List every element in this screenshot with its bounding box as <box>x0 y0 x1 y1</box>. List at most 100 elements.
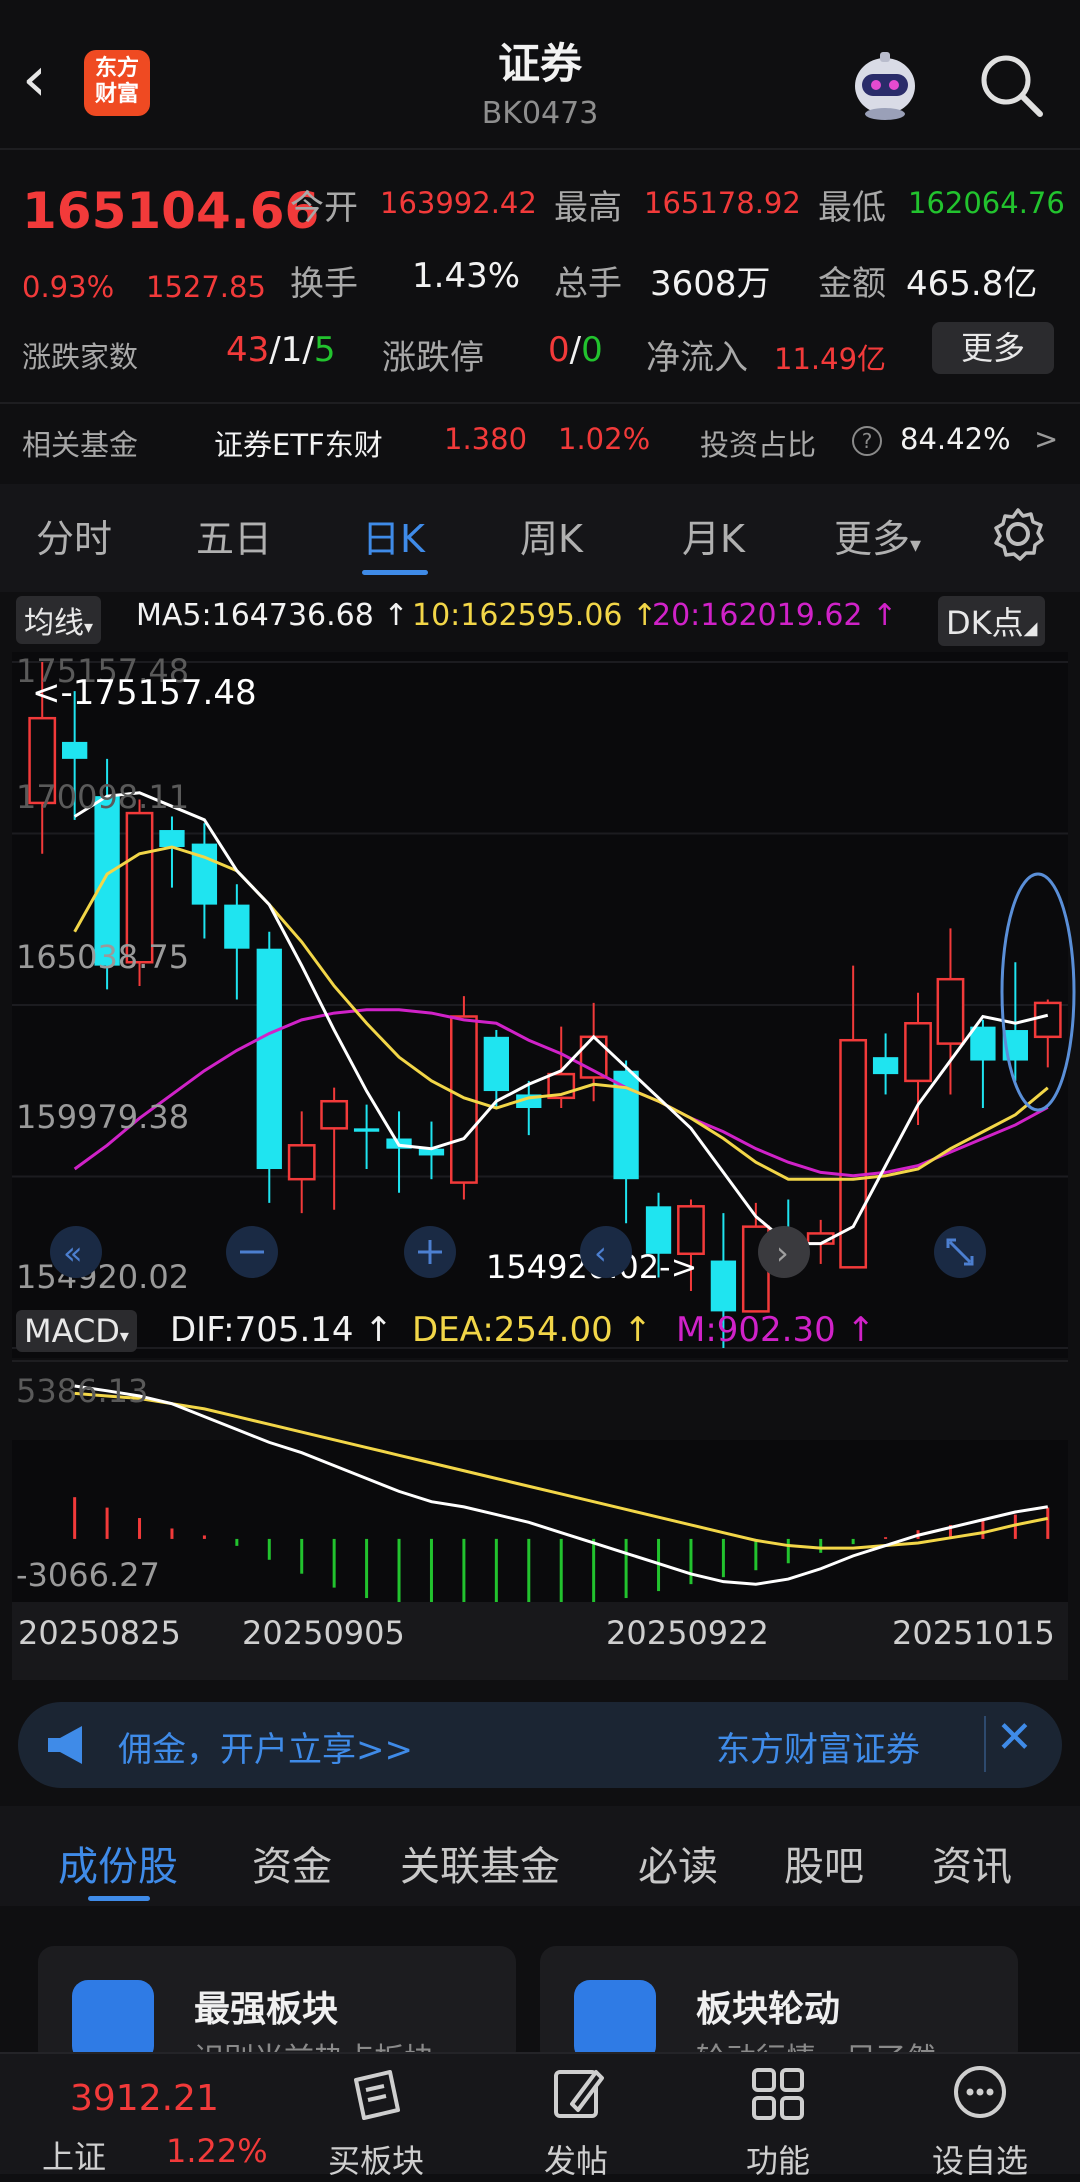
divider <box>0 148 1080 150</box>
fund-pct: 1.02% <box>558 422 651 456</box>
megaphone-icon <box>48 1726 82 1764</box>
more-button[interactable]: 更多 <box>932 322 1054 374</box>
search-icon[interactable] <box>976 50 1046 120</box>
macd-selector[interactable]: MACD▾ <box>16 1310 137 1352</box>
amount-label: 金额 <box>818 264 886 304</box>
chevron-right-icon: > <box>1034 422 1059 456</box>
index-pct: 1.22% <box>166 2132 268 2170</box>
axis-price-3: 165038.75 <box>16 938 189 976</box>
candle-body <box>904 1022 932 1083</box>
axis-price-5: 154920.02 <box>16 1258 189 1296</box>
buy-sector-icon <box>354 2070 400 2120</box>
index-name: 上证 <box>42 2138 107 2176</box>
scroll-left-button[interactable]: « <box>50 1226 102 1278</box>
candle-body <box>677 1205 705 1256</box>
m-legend: M:902.30 ↑ <box>676 1310 876 1350</box>
candle-body <box>159 830 185 847</box>
candle-body <box>256 948 282 1170</box>
candle-body <box>287 1144 316 1181</box>
low-label: 最低 <box>818 188 886 228</box>
tab-weekly-k[interactable]: 周K <box>520 508 583 563</box>
change-abs: 1527.85 <box>146 270 266 304</box>
inflow-label: 净流入 <box>646 338 748 378</box>
candle-body <box>62 741 88 759</box>
grid-icon <box>752 2068 804 2120</box>
candle-body <box>320 1099 349 1130</box>
last-price: 165104.66 <box>22 182 320 240</box>
macd-top-label: 5386.13 <box>16 1372 148 1410</box>
dea-legend: DEA:254.00 ↑ <box>412 1310 653 1350</box>
tab-daily-k[interactable]: 日K <box>362 508 425 563</box>
related-fund-row[interactable]: 相关基金 证券ETF东财 1.380 1.02% 投资占比 ? 84.42% > <box>0 404 1080 482</box>
nav-functions[interactable]: 功能 <box>708 2052 848 2180</box>
more-dots-icon <box>954 2066 1006 2118</box>
tab-must-read[interactable]: 必读 <box>638 1834 718 1892</box>
zoom-in-button[interactable] <box>404 1226 456 1278</box>
card-title: 最强板块 <box>194 1989 339 2030</box>
fund-name: 证券ETF东财 <box>214 428 383 462</box>
dif-legend: DIF:705.14 ↑ <box>170 1310 393 1350</box>
candle-body <box>645 1206 672 1254</box>
limit-label: 涨跌停 <box>382 338 484 378</box>
card-strongest-sector[interactable]: 最强板块 识别当前热点板块 <box>38 1946 516 2066</box>
active-tab-indicator <box>88 1896 150 1901</box>
updown-label: 涨跌家数 <box>22 340 139 374</box>
svg-text:‹: ‹ <box>594 1234 607 1272</box>
max-price-marker: <-175157.48 <box>32 673 257 713</box>
close-icon[interactable]: ✕ <box>996 1712 1033 1763</box>
nav-post[interactable]: 发帖 <box>506 2052 646 2180</box>
turnover-label: 换手 <box>290 264 358 304</box>
candle-body <box>936 977 965 1045</box>
kline-chart[interactable]: 175157.48 <-175157.48 170098.11 165038.7… <box>0 592 1080 1682</box>
related-fund-label: 相关基金 <box>22 428 139 462</box>
active-tab-indicator <box>362 570 428 575</box>
ratio-value: 84.42% <box>900 422 1011 456</box>
robot-assistant-icon[interactable] <box>846 48 924 122</box>
fullscreen-icon[interactable] <box>934 1226 986 1278</box>
limit-counts: 0/0 <box>548 330 603 370</box>
tab-related-fund[interactable]: 关联基金 <box>400 1834 560 1892</box>
chart-board-icon <box>72 1980 154 2062</box>
promo-banner[interactable]: 佣金，开户立享>> 东方财富证券 ✕ <box>18 1702 1062 1788</box>
axis-price-4: 159979.38 <box>16 1098 189 1136</box>
tab-forum[interactable]: 股吧 <box>784 1834 864 1892</box>
prev-button[interactable]: ‹ <box>580 1226 632 1278</box>
nav-buy-sector[interactable]: 买板块 <box>306 2052 446 2180</box>
axis-price-2: 170098.11 <box>16 778 189 816</box>
index-ticker[interactable]: 3912.21 上证 1.22% <box>0 2052 280 2176</box>
volume-value: 3608万 <box>650 264 771 304</box>
divider <box>12 1360 1068 1362</box>
updown-counts: 43/1/5 <box>226 330 336 370</box>
change-pct: 0.93% <box>22 270 115 304</box>
low-value: 162064.76 <box>908 186 1065 220</box>
candle-body <box>872 1057 899 1075</box>
tab-intraday[interactable]: 分时 <box>36 508 112 563</box>
top-bar: ‹ 东方 财富 证券 BK0473 <box>0 0 1080 148</box>
date-label-4: 20251015 <box>892 1614 1055 1652</box>
banner-brand: 东方财富证券 <box>716 1730 920 1770</box>
candle-body <box>970 1026 996 1061</box>
candle-body <box>839 1038 868 1269</box>
card-sector-rotation[interactable]: 板块轮动 轮动行情一目了然 <box>540 1946 1018 2066</box>
pencil-icon <box>554 2070 604 2118</box>
date-label-3: 20250922 <box>606 1614 769 1652</box>
candle-body <box>353 1128 380 1132</box>
tab-constituents[interactable]: 成份股 <box>58 1834 178 1892</box>
help-icon[interactable]: ? <box>852 426 882 456</box>
candle-body <box>191 843 218 905</box>
nav-add-watchlist[interactable]: 设自选 <box>910 2052 1050 2180</box>
date-label-1: 20250825 <box>18 1614 181 1652</box>
next-button[interactable]: › <box>758 1226 810 1278</box>
tab-monthly-k[interactable]: 月K <box>682 508 745 563</box>
card-title: 板块轮动 <box>696 1989 841 2030</box>
gear-icon[interactable] <box>990 506 1046 562</box>
index-price: 3912.21 <box>70 2078 219 2119</box>
tab-more[interactable]: 更多▾ <box>834 508 921 563</box>
candle-body <box>224 904 250 949</box>
tab-five-day[interactable]: 五日 <box>196 508 272 563</box>
volume-label: 总手 <box>554 264 622 304</box>
zoom-out-button[interactable] <box>226 1226 278 1278</box>
turnover-value: 1.43% <box>412 256 521 296</box>
tab-news[interactable]: 资讯 <box>932 1834 1012 1892</box>
tab-capital[interactable]: 资金 <box>252 1834 332 1892</box>
